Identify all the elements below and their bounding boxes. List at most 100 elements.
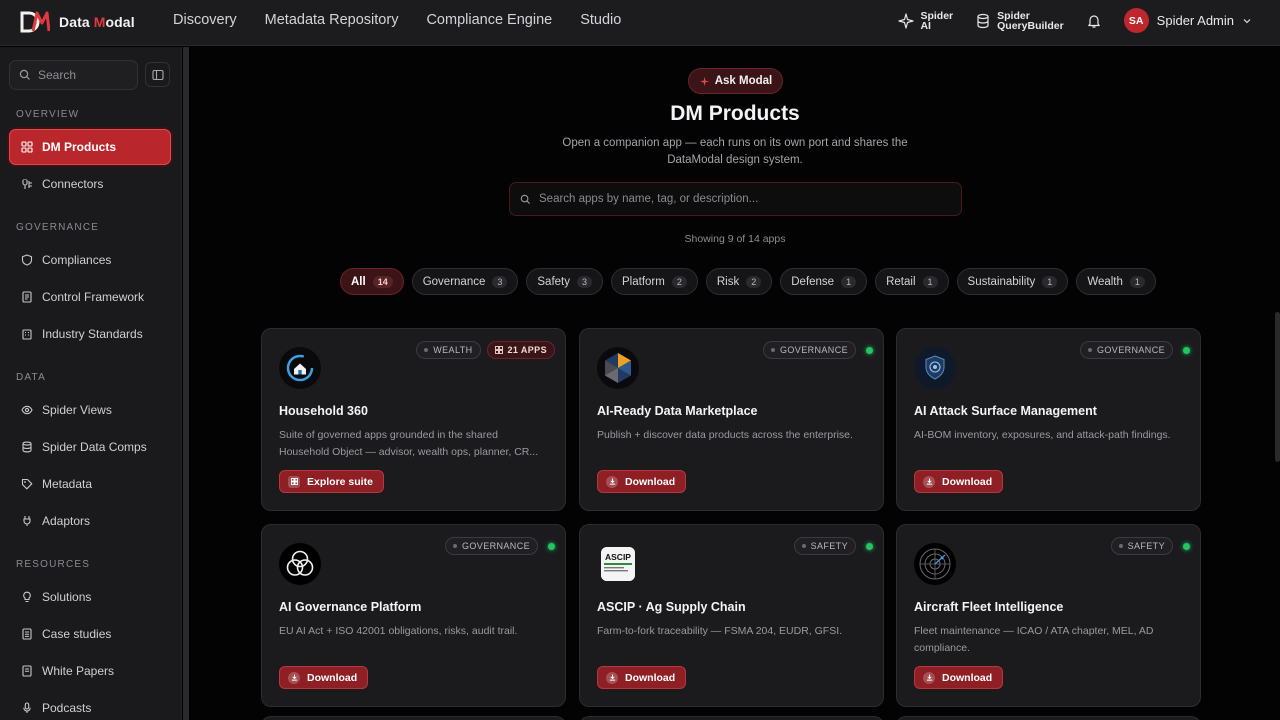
hexagon-cube-icon — [597, 347, 639, 389]
grid-icon — [288, 475, 300, 488]
product-card-partial — [896, 716, 1201, 720]
book-icon — [22, 665, 32, 677]
category-tag: SAFETY — [793, 537, 856, 555]
filter-chip-label: Governance — [422, 275, 486, 288]
card-description: Farm-to-fork traceability — FSMA 204, EU… — [597, 625, 843, 637]
filter-chip-count: 3 — [492, 275, 508, 288]
plug-icon — [23, 516, 31, 526]
search-icon — [19, 69, 30, 80]
chevron-down-icon — [1243, 18, 1251, 23]
radar-icon — [914, 543, 956, 585]
sidebar-item-solutions[interactable]: Solutions — [9, 579, 171, 615]
download-button[interactable]: Download — [279, 666, 369, 689]
section-data: DATA — [16, 372, 46, 383]
app-search-field[interactable] — [509, 182, 962, 216]
sidebar-item-spider-views[interactable]: Spider Views — [9, 392, 171, 428]
category-tag: GOVERNANCE — [1079, 341, 1173, 359]
sidebar-item-case-studies[interactable]: Case studies — [9, 616, 171, 652]
sidebar-search-input[interactable]: Search — [9, 60, 138, 90]
ascip-logo-icon: ASCIP — [601, 547, 635, 581]
filter-chip-label: Retail — [886, 275, 916, 288]
sidebar-item-label: Control Framework — [42, 290, 145, 304]
card-title: ASCIP · Ag Supply Chain — [597, 600, 746, 614]
download-button[interactable]: Download — [597, 470, 687, 493]
datamodal-logo-icon — [20, 11, 50, 33]
product-card-ai-ready-data-marketplace[interactable]: GOVERNANCE AI-Ready Data Marketplace Pub… — [579, 328, 884, 511]
explore-suite-button[interactable]: Explore suite — [279, 470, 384, 493]
filter-chip-risk[interactable]: Risk 2 — [705, 268, 773, 295]
filter-chip-all[interactable]: All 14 — [340, 268, 404, 295]
filter-chip-retail[interactable]: Retail 1 — [875, 268, 949, 295]
ask-modal-label: Ask Modal — [714, 75, 773, 87]
plug-icon — [22, 179, 32, 189]
filter-chip-platform[interactable]: Platform 2 — [611, 268, 698, 295]
filter-chip-wealth[interactable]: Wealth 1 — [1076, 268, 1156, 295]
button-label: Download — [942, 671, 993, 684]
filter-chip-governance[interactable]: Governance 3 — [411, 268, 519, 295]
sidebar-search-placeholder: Search — [38, 68, 77, 82]
download-button[interactable]: Download — [914, 470, 1004, 493]
sidebar-item-label: Spider Views — [42, 403, 112, 417]
sidebar-item-adaptors[interactable]: Adaptors — [9, 503, 171, 539]
sidebar-item-dm-products[interactable]: DM Products — [9, 129, 171, 165]
collapse-sidebar-button[interactable] — [145, 62, 170, 87]
nav-metadata-repository[interactable]: Metadata Repository — [265, 12, 399, 28]
sidebar-item-metadata[interactable]: Metadata — [9, 466, 171, 502]
sidebar-item-podcasts[interactable]: Podcasts — [9, 690, 171, 720]
filter-chip-label: Safety — [537, 275, 570, 288]
main-scrollbar[interactable] — [1275, 312, 1280, 462]
download-button[interactable]: Download — [914, 666, 1004, 689]
nav-discovery[interactable]: Discovery — [173, 12, 237, 28]
sidebar-item-spider-data-comps[interactable]: Spider Data Comps — [9, 429, 171, 465]
section-resources: RESOURCES — [16, 559, 91, 570]
section-governance: GOVERNANCE — [16, 222, 100, 233]
filter-chip-sustainability[interactable]: Sustainability 1 — [956, 268, 1069, 295]
sidebar-item-label: Solutions — [42, 590, 92, 604]
ask-modal-button[interactable]: Ask Modal — [688, 68, 783, 94]
download-button[interactable]: Download — [597, 666, 687, 689]
category-tag: GOVERNANCE — [762, 341, 856, 359]
house-app-icon — [279, 347, 321, 389]
sidebar-item-industry-standards[interactable]: Industry Standards — [9, 316, 171, 352]
brand-logo[interactable]: Data Modal — [20, 9, 135, 35]
sidebar-item-label: Case studies — [42, 627, 112, 641]
filter-chip-label: Risk — [716, 275, 740, 288]
nav-compliance-engine[interactable]: Compliance Engine — [426, 12, 552, 28]
card-description: Fleet maintenance — ICAO / ATA chapter, … — [914, 625, 1154, 654]
filter-chip-label: Wealth — [1087, 275, 1123, 288]
query-builder-button[interactable]: Spider QueryBuilder — [975, 10, 1064, 31]
product-card-ai-attack-surface-management[interactable]: GOVERNANCE AI Attack Surface Management … — [896, 328, 1201, 511]
document-list-icon — [22, 291, 32, 303]
product-card-ai-governance-platform[interactable]: GOVERNANCE AI Governance Platform EU AI … — [261, 524, 566, 707]
card-tags: GOVERNANCE — [762, 341, 873, 359]
filter-chip-safety[interactable]: Safety 3 — [526, 268, 604, 295]
notifications-button[interactable] — [1086, 13, 1102, 29]
sidebar-scrollbar[interactable] — [183, 47, 189, 720]
spider-ai-button[interactable]: Spider AI — [898, 10, 953, 32]
spider-ai-line2: AI — [920, 19, 931, 32]
apps-count-badge: 21 APPS — [486, 341, 555, 359]
card-description: AI-BOM inventory, exposures, and attack-… — [914, 429, 1171, 441]
product-card-household-360[interactable]: WEALTH 21 APPS Household 360 Suite of go… — [261, 328, 566, 511]
sidebar-item-white-papers[interactable]: White Papers — [9, 653, 171, 689]
product-card-ascip-ag-supply-chain[interactable]: ASCIP SAFETY ASCIP · Ag Supply Chain Far… — [579, 524, 884, 707]
section-overview: OVERVIEW — [16, 109, 80, 120]
sidebar-item-label: Podcasts — [42, 701, 92, 715]
database-icon — [22, 441, 32, 453]
download-icon — [923, 475, 935, 488]
card-tags: GOVERNANCE — [1079, 341, 1190, 359]
top-right-tools: Spider AI Spider QueryBuilder SA Spider Ad… — [898, 8, 1252, 33]
sidebar-item-compliances[interactable]: Compliances — [9, 242, 171, 278]
sidebar-item-control-framework[interactable]: Control Framework — [9, 279, 171, 315]
sidebar-item-connectors[interactable]: Connectors — [9, 166, 171, 202]
user-menu[interactable]: SA Spider Admin — [1123, 8, 1252, 33]
category-tag: WEALTH — [416, 341, 481, 359]
product-card-aircraft-fleet-intelligence[interactable]: SAFETY Aircraft Fleet Intelligence Fleet… — [896, 524, 1201, 707]
filter-chip-count: 1 — [1129, 275, 1145, 288]
app-search-input[interactable] — [539, 193, 939, 205]
filter-chip-defense[interactable]: Defense 1 — [780, 268, 868, 295]
status-online-indicator — [866, 346, 873, 354]
microphone-icon — [23, 702, 31, 713]
nav-studio[interactable]: Studio — [580, 12, 621, 28]
avatar: SA — [1123, 8, 1149, 33]
